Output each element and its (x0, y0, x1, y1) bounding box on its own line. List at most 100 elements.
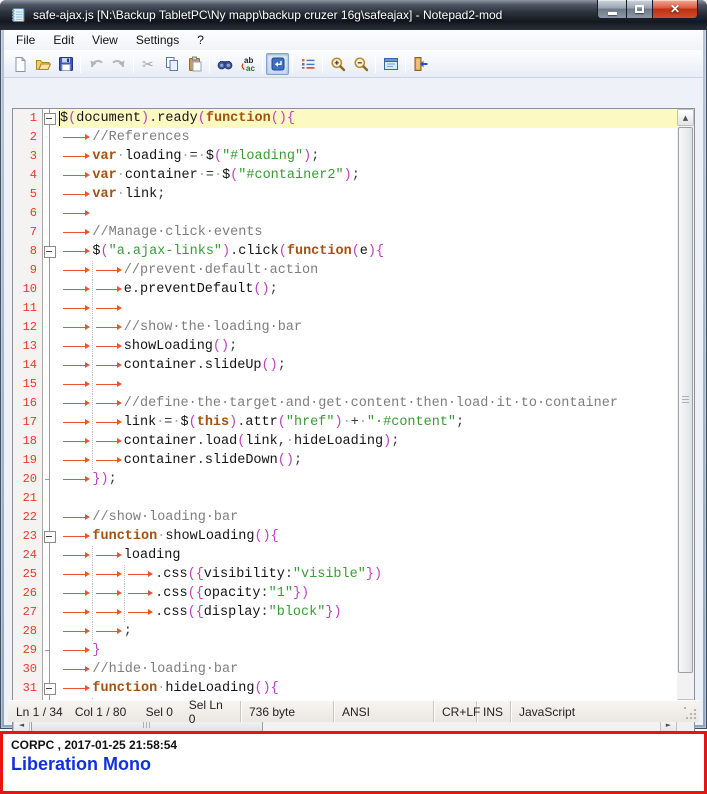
code-line[interactable]: 27 .css({display:"block"}) (13, 603, 677, 622)
exit-button[interactable] (409, 53, 432, 75)
line-number[interactable]: 10 (13, 280, 43, 299)
code-line[interactable]: 31 function·hideLoading(){ (13, 679, 677, 698)
code-line[interactable]: 5 var·link; (13, 185, 677, 204)
minimize-button[interactable] (597, 0, 626, 19)
code-line[interactable]: 11 (13, 299, 677, 318)
code-line[interactable]: 20}); (13, 470, 677, 489)
code-line[interactable]: 2 //References (13, 128, 677, 147)
line-number[interactable]: 17 (13, 413, 43, 432)
title-bar[interactable]: safe-ajax.js [N:\Backup TabletPC\Ny mapp… (0, 0, 707, 30)
code-line[interactable]: 17 link·=·$(this).attr("href")·+·"·#conte… (13, 413, 677, 432)
line-number[interactable]: 23 (13, 527, 43, 546)
open-file-button[interactable] (31, 53, 54, 75)
code-line[interactable]: 8 $("a.ajax-links").click(function(e){ (13, 242, 677, 261)
code-line[interactable]: 24 loading (13, 546, 677, 565)
code-text[interactable]: showLoading(); (57, 337, 677, 356)
status-syntax-scheme[interactable]: JavaScript (511, 701, 699, 722)
code-line[interactable]: 15 (13, 375, 677, 394)
line-number[interactable]: 24 (13, 546, 43, 565)
vertical-scrollbar-thumb[interactable] (678, 127, 693, 673)
line-number[interactable]: 14 (13, 356, 43, 375)
line-number[interactable]: 26 (13, 584, 43, 603)
menu-help[interactable]: ? (188, 31, 213, 49)
line-number[interactable]: 3 (13, 147, 43, 166)
code-text[interactable] (57, 204, 677, 223)
code-text[interactable]: //define·the·target·and·get·content·then… (57, 394, 677, 413)
code-text[interactable] (57, 375, 677, 394)
code-text[interactable]: loading (57, 546, 677, 565)
menu-edit[interactable]: Edit (44, 31, 83, 49)
code-text[interactable]: //show·loading·bar (57, 508, 677, 527)
view-scheme-button[interactable] (379, 53, 402, 75)
code-line[interactable]: 10 e.preventDefault(); (13, 280, 677, 299)
line-number[interactable]: 28 (13, 622, 43, 641)
code-line[interactable]: 22 //show·loading·bar (13, 508, 677, 527)
code-line[interactable]: 3 var·loading·=·$("#loading"); (13, 147, 677, 166)
new-file-button[interactable] (8, 53, 31, 75)
status-column[interactable]: Col 1 / 80 (75, 705, 146, 719)
undo-button[interactable] (84, 53, 107, 75)
resize-grip[interactable] (684, 707, 697, 720)
code-text[interactable]: ; (57, 622, 677, 641)
zoom-in-button[interactable] (326, 53, 349, 75)
line-number[interactable]: 25 (13, 565, 43, 584)
code-line[interactable]: 25 .css({visibility:"visible"}) (13, 565, 677, 584)
code-text[interactable]: var·container·=·$("#container2"); (57, 166, 677, 185)
code-text[interactable]: //show·the·loading·bar (57, 318, 677, 337)
zoom-out-button[interactable] (349, 53, 372, 75)
status-eol-mode[interactable]: CR+LF (434, 701, 480, 722)
line-number[interactable]: 18 (13, 432, 43, 451)
code-text[interactable] (57, 299, 677, 318)
code-text[interactable]: .css({visibility:"visible"}) (57, 565, 677, 584)
code-text[interactable]: } (57, 641, 677, 660)
line-number[interactable]: 11 (13, 299, 43, 318)
fold-toggle-icon[interactable] (43, 527, 57, 546)
code-line[interactable]: 26 .css({opacity:"1"}) (13, 584, 677, 603)
line-number[interactable]: 5 (13, 185, 43, 204)
replace-button[interactable]: ab ac (236, 53, 259, 75)
word-wrap-button[interactable] (266, 52, 289, 75)
line-number[interactable]: 29 (13, 641, 43, 660)
code-text[interactable]: //hide·loading·bar (57, 660, 677, 679)
code-line[interactable]: 19 container.slideDown(); (13, 451, 677, 470)
code-line[interactable]: 18 container.load(link,·hideLoading); (13, 432, 677, 451)
code-line[interactable]: 14 container.slideUp(); (13, 356, 677, 375)
line-number[interactable]: 9 (13, 261, 43, 280)
code-text[interactable]: e.preventDefault(); (57, 280, 677, 299)
line-number[interactable]: 19 (13, 451, 43, 470)
status-encoding[interactable]: ANSI (334, 701, 434, 722)
status-caret-info[interactable]: Ln 1 / 34 Col 1 / 80 Sel 0 Sel Ln 0 (8, 698, 241, 726)
fold-toggle-icon[interactable] (43, 679, 57, 698)
line-number[interactable]: 4 (13, 166, 43, 185)
code-line[interactable]: 23 function·showLoading(){ (13, 527, 677, 546)
line-number[interactable]: 1 (13, 109, 43, 128)
copy-button[interactable] (160, 53, 183, 75)
code-text[interactable]: .css({display:"block"}) (57, 603, 677, 622)
code-text[interactable]: container.load(link,·hideLoading); (57, 432, 677, 451)
code-line[interactable]: 13 showLoading(); (13, 337, 677, 356)
code-text[interactable]: function·showLoading(){ (57, 527, 677, 546)
line-number[interactable]: 12 (13, 318, 43, 337)
code-text[interactable]: $("a.ajax-links").click(function(e){ (57, 242, 677, 261)
code-line[interactable]: 21 (13, 489, 677, 508)
fold-toggle-icon[interactable] (43, 109, 57, 128)
cut-button[interactable]: ✂ (137, 53, 160, 75)
menu-file[interactable]: File (7, 31, 44, 49)
line-number[interactable]: 27 (13, 603, 43, 622)
code-text[interactable]: function·hideLoading(){ (57, 679, 677, 698)
line-number[interactable]: 8 (13, 242, 43, 261)
line-number[interactable]: 6 (13, 204, 43, 223)
code-line[interactable]: 4 var·container·=·$("#container2"); (13, 166, 677, 185)
line-number[interactable]: 13 (13, 337, 43, 356)
line-number[interactable]: 30 (13, 660, 43, 679)
line-number[interactable]: 21 (13, 489, 43, 508)
code-line[interactable]: 1 $(document).ready(function(){ (13, 109, 677, 128)
code-text[interactable]: //Manage·click·events (57, 223, 677, 242)
code-text[interactable]: .css({opacity:"1"}) (57, 584, 677, 603)
line-number[interactable]: 22 (13, 508, 43, 527)
fold-toggle-icon[interactable] (43, 242, 57, 261)
code-text[interactable]: }); (57, 470, 677, 489)
line-number[interactable]: 31 (13, 679, 43, 698)
code-line[interactable]: 16 //define·the·target·and·get·content·th… (13, 394, 677, 413)
status-line[interactable]: Ln 1 / 34 (16, 705, 75, 719)
